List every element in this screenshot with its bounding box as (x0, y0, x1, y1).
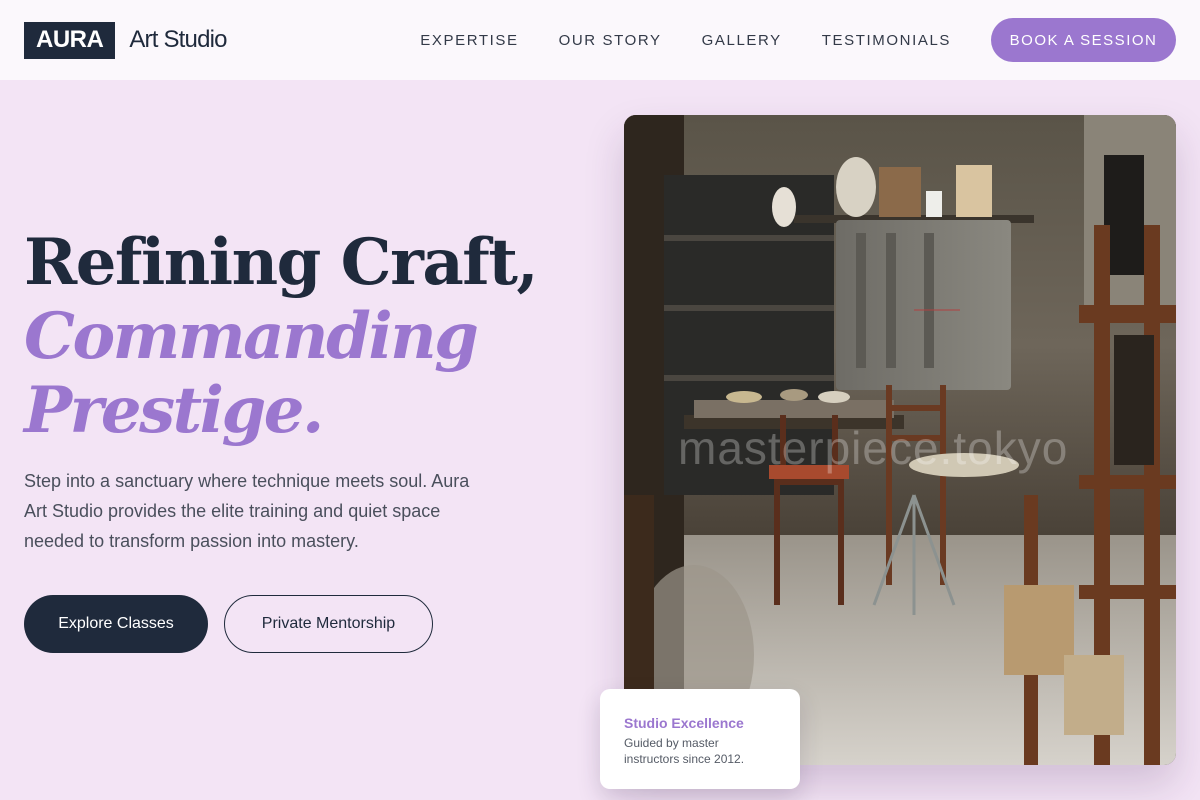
nav-link-expertise[interactable]: EXPERTISE (420, 32, 518, 49)
nav-link-our-story[interactable]: OUR STORY (559, 32, 662, 49)
studio-excellence-card: Studio Excellence Guided by master instr… (600, 689, 800, 789)
brand-mark: AURA (24, 21, 116, 59)
nav-links: EXPERTISE OUR STORY GALLERY TESTIMONIALS… (420, 0, 1176, 80)
hero-description: Step into a sanctuary where technique me… (24, 471, 470, 551)
hero-headline: Refining Craft, Commanding Prestige. (24, 226, 584, 448)
headline-accent-commanding: Commanding (24, 299, 479, 374)
headline-accent-prestige: Prestige. (24, 373, 324, 448)
explore-classes-button[interactable]: Explore Classes (24, 595, 208, 653)
studio-hero-image: masterpiece.tokyo (624, 115, 1176, 765)
brand-logo[interactable]: AURA Art Studio (24, 21, 228, 59)
card-text: Guided by master instructors since 2012. (624, 736, 745, 766)
brand-name: Art Studio (129, 26, 227, 53)
book-session-button[interactable]: BOOK A SESSION (991, 18, 1176, 62)
nav-link-gallery[interactable]: GALLERY (702, 32, 782, 49)
private-mentorship-button[interactable]: Private Mentorship (224, 595, 433, 653)
headline-line: Refining Craft, (24, 225, 539, 300)
studio-interior-illustration (624, 115, 1176, 765)
top-navigation: AURA Art Studio EXPERTISE OUR STORY GALL… (0, 0, 1200, 80)
card-title: Studio Excellence (624, 715, 744, 731)
nav-link-testimonials[interactable]: TESTIMONIALS (822, 32, 951, 49)
